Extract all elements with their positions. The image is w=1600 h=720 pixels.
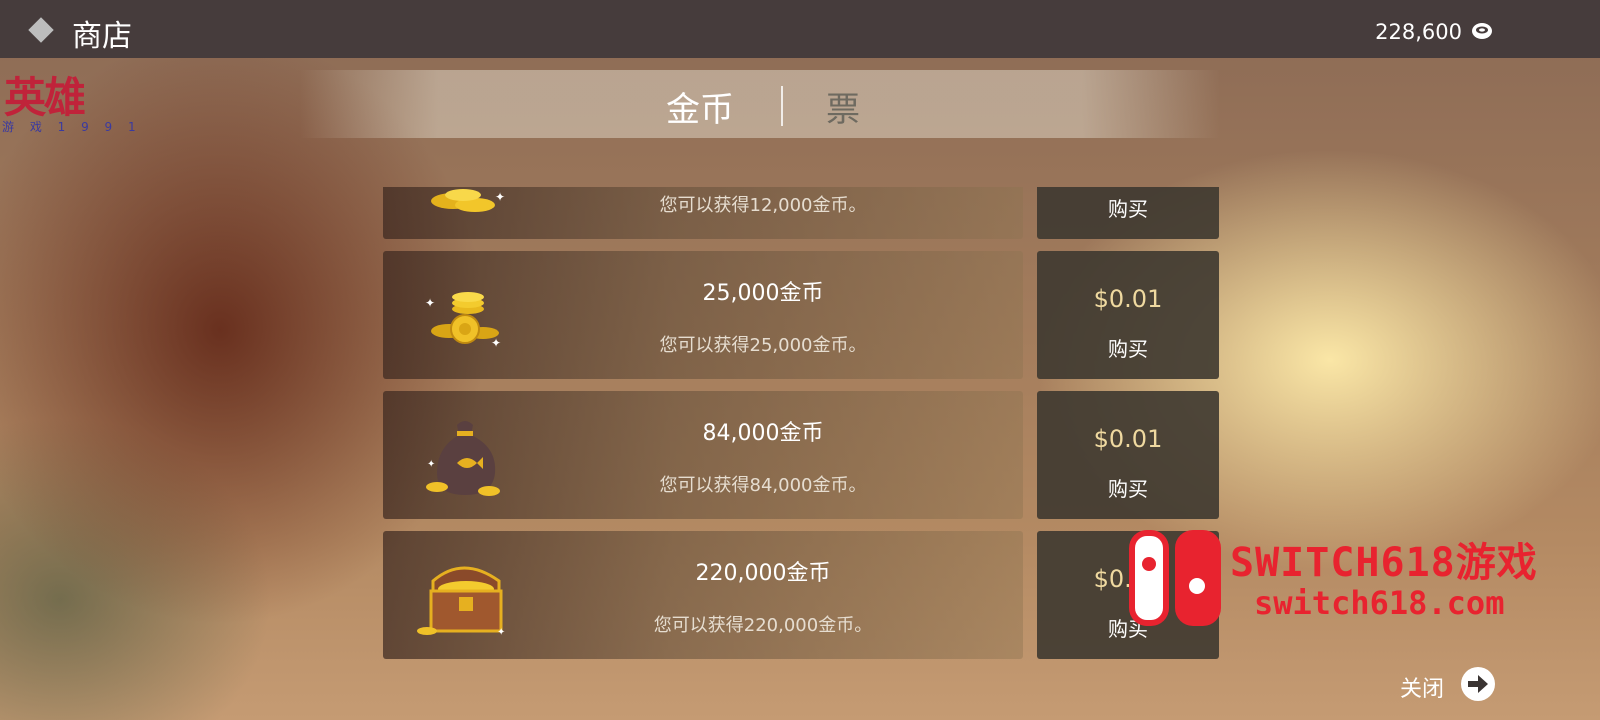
buy-button[interactable]: $0.01 购买 — [1037, 391, 1219, 519]
item-card: ✦ ✦ 25,000金币 您可以获得25,000金币。 — [383, 251, 1023, 379]
coin-pile-icon: ✦ ✦ — [425, 292, 501, 350]
shop-item-row: ✦ ✦ 25,000金币 您可以获得25,000金币。 $0.01 购买 — [383, 251, 1223, 379]
treasure-chest-icon: ✦ — [417, 566, 505, 638]
shop-item-row: ✦ 220,000金币 您可以获得220,000金币。 $0.01 购买 — [383, 531, 1223, 659]
item-card: ✦ 220,000金币 您可以获得220,000金币。 — [383, 531, 1023, 659]
brand-url: switch618.com — [1254, 584, 1505, 622]
item-description: 您可以获得220,000金币。 — [653, 615, 873, 636]
svg-text:✦: ✦ — [495, 190, 505, 204]
buy-button[interactable]: 购买 — [1037, 187, 1219, 239]
item-price: $0.01 — [1093, 425, 1163, 453]
tab-coins[interactable]: 金币 — [666, 82, 734, 131]
item-name: 220,000金币 — [695, 561, 831, 586]
switch-logo-icon — [1129, 530, 1221, 626]
watermark-subtitle: 游 戏 1 9 9 1 — [2, 120, 142, 134]
item-card: ✦ 您可以获得12,000金币。 — [383, 187, 1023, 239]
buy-button[interactable]: $0.01 购买 — [1037, 251, 1219, 379]
watermark-logo: 英雄 — [4, 73, 86, 122]
svg-text:✦: ✦ — [491, 336, 501, 350]
arrow-right-icon — [1461, 667, 1495, 701]
svg-text:✦: ✦ — [427, 459, 435, 470]
coin-balance: 228,600 — [1375, 20, 1462, 44]
item-name: 25,000金币 — [702, 281, 824, 306]
item-description: 您可以获得25,000金币。 — [659, 335, 867, 356]
tab-bar: 金币 票 — [300, 70, 1220, 138]
tab-divider — [781, 86, 783, 126]
buy-label: 购买 — [1108, 197, 1148, 221]
svg-text:✦: ✦ — [497, 627, 505, 638]
coin-bag-icon: ✦ — [426, 421, 500, 496]
buy-label: 购买 — [1108, 337, 1148, 361]
buy-label: 购买 — [1108, 477, 1148, 501]
diamond-icon — [28, 17, 54, 43]
coin-icon — [1472, 23, 1492, 39]
coin-stack-icon: ✦ — [431, 189, 505, 212]
page-title: 商店 — [72, 19, 132, 54]
tab-tickets[interactable]: 票 — [826, 82, 860, 131]
shop-item-row: ✦ 您可以获得12,000金币。 购买 — [383, 187, 1223, 239]
svg-text:✦: ✦ — [425, 296, 435, 310]
top-bar: 商店 228,600 — [0, 0, 1600, 58]
close-label: 关闭 — [1400, 677, 1445, 702]
close-button[interactable]: 关闭 — [1400, 664, 1500, 706]
item-description: 您可以获得12,000金币。 — [659, 195, 867, 216]
item-description: 您可以获得84,000金币。 — [659, 475, 867, 496]
item-card: ✦ 84,000金币 您可以获得84,000金币。 — [383, 391, 1023, 519]
shop-item-list[interactable]: ✦ 您可以获得12,000金币。 购买 ✦ ✦ 25,000金币 您可以获得25… — [383, 187, 1223, 667]
item-name: 84,000金币 — [702, 421, 824, 446]
shop-item-row: ✦ 84,000金币 您可以获得84,000金币。 $0.01 购买 — [383, 391, 1223, 519]
item-price: $0.01 — [1093, 285, 1163, 313]
brand-text: SWITCH618游戏 — [1230, 540, 1538, 586]
